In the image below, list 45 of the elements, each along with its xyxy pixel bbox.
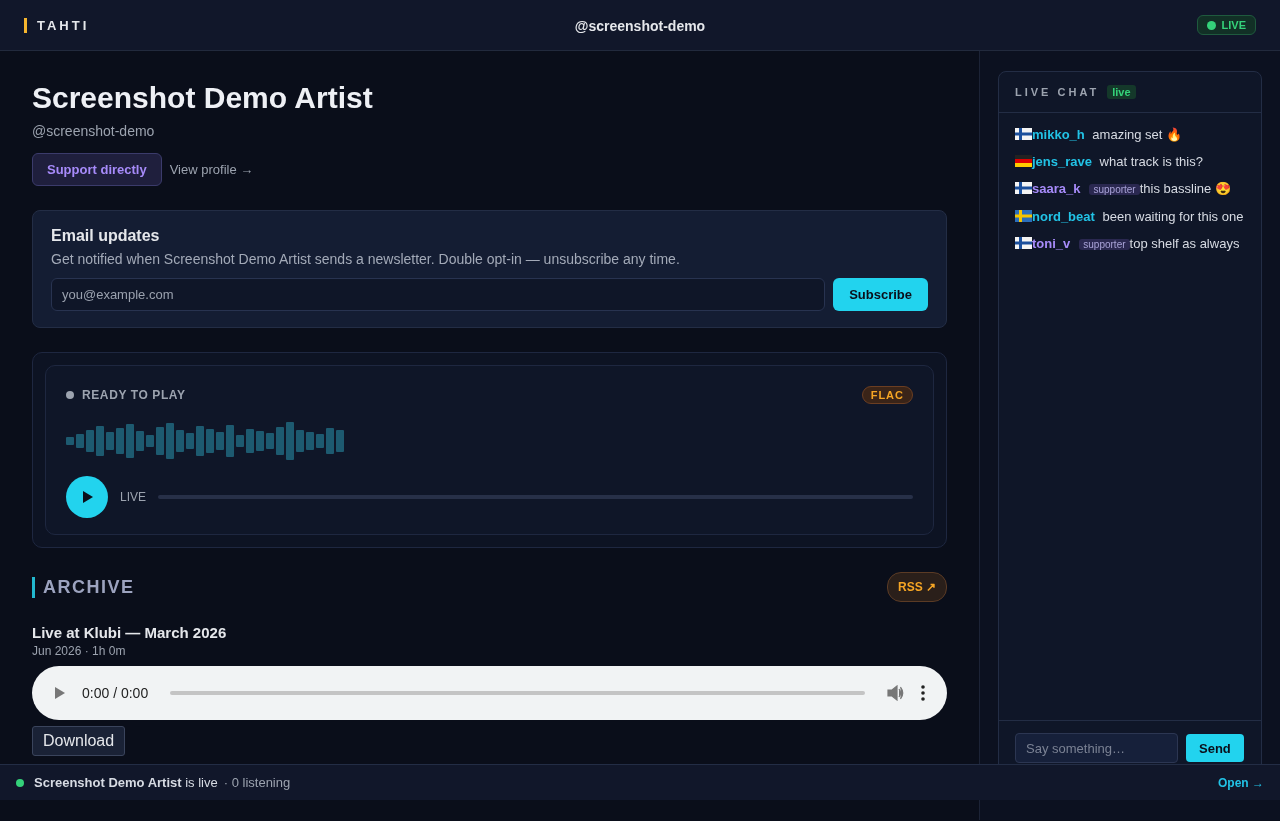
play-icon[interactable]: [54, 686, 66, 700]
status-dot-icon: [66, 391, 74, 399]
live-badge: LIVE: [1196, 15, 1256, 35]
artist-name: Screenshot Demo Artist: [32, 81, 374, 115]
live-status-text: Screenshot Demo Artist is live: [34, 775, 218, 790]
live-tag: live: [1107, 85, 1136, 99]
player-status: READY TO PLAY: [82, 388, 186, 402]
subscribe-button[interactable]: Subscribe: [833, 278, 928, 311]
format-badge: FLAC: [861, 386, 913, 404]
archive-heading: ARCHIVE: [32, 576, 135, 598]
live-label: LIVE: [120, 490, 146, 504]
channel-handle: @screenshot-demo: [574, 18, 706, 34]
flag-icon: [1015, 210, 1032, 222]
email-field[interactable]: you@example.com: [51, 278, 826, 311]
more-icon[interactable]: [921, 685, 925, 701]
chat-message: nord_beat been waiting for this one: [1015, 207, 1245, 226]
progress-track[interactable]: [158, 495, 913, 499]
chat-title: LIVE CHAT: [1015, 86, 1100, 98]
support-button[interactable]: Support directly: [32, 153, 162, 186]
chat-message: toni_v supporter top shelf as always: [1015, 234, 1245, 254]
listener-count: · 0 listening: [223, 775, 291, 790]
recording-meta: Jun 2026 · 1h 0m: [32, 644, 127, 658]
live-dot-icon: [16, 778, 24, 787]
rss-link[interactable]: RSS ↗: [887, 572, 947, 602]
email-description: Get notified when Screenshot Demo Artist sends a newsletter. Double opt-in — unsubscribe any time.: [51, 251, 681, 267]
audio-time: 0:00 / 0:00: [82, 685, 149, 701]
brand-logo[interactable]: TAHTI: [24, 17, 90, 33]
chat-message: saara_k supporter this bassline 😍: [1015, 179, 1245, 199]
artist-handle: @screenshot-demo: [32, 123, 156, 139]
flag-icon: [1015, 237, 1032, 249]
flag-icon: [1015, 128, 1032, 140]
flag-icon: [1015, 182, 1032, 194]
chat-message-field[interactable]: Say something…: [1015, 733, 1178, 763]
view-profile-link[interactable]: View profile →: [169, 162, 254, 177]
recording-title: Live at Klubi — March 2026: [32, 624, 228, 641]
chat-message: jens_rave what track is this?: [1015, 152, 1245, 171]
send-button[interactable]: Send: [1186, 734, 1244, 762]
play-icon: [80, 490, 94, 504]
volume-icon[interactable]: [887, 685, 905, 701]
flag-icon: [1015, 155, 1032, 167]
play-button[interactable]: [66, 476, 108, 518]
email-title: Email updates: [51, 227, 161, 245]
chat-message: mikko_h amazing set 🔥: [1015, 125, 1245, 144]
download-button[interactable]: Download: [32, 726, 126, 756]
open-link[interactable]: Open →: [1218, 775, 1264, 790]
